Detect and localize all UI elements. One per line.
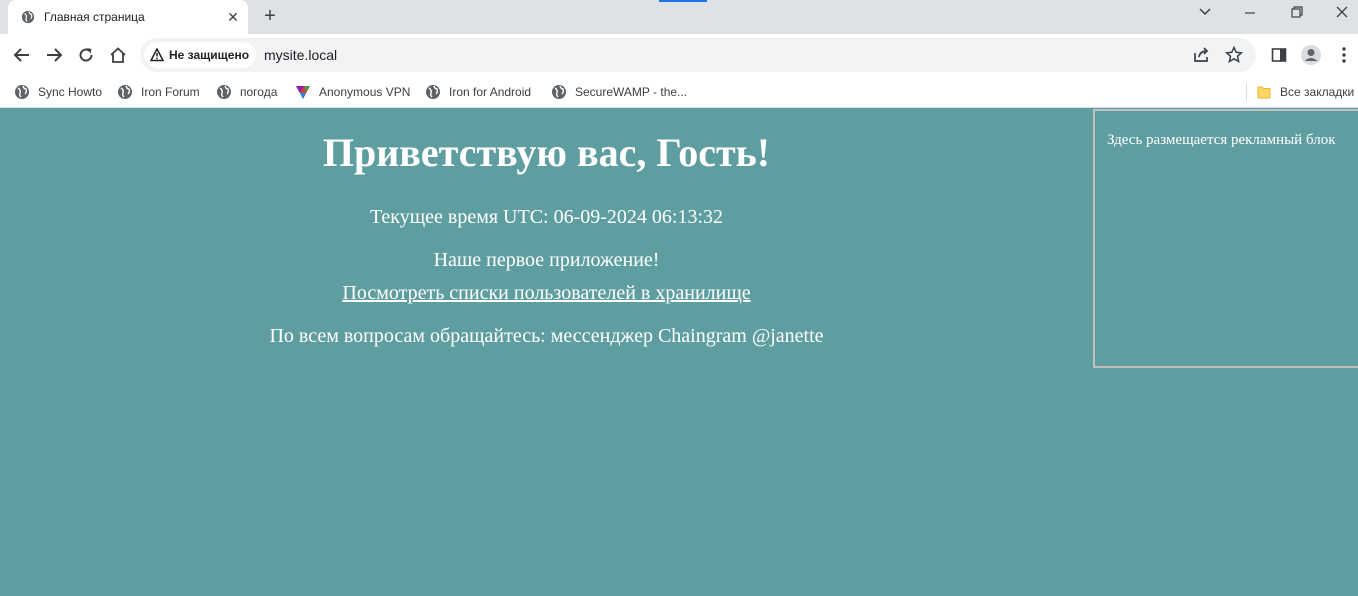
globe-icon bbox=[21, 10, 35, 29]
share-icon[interactable] bbox=[1192, 46, 1210, 64]
bookmark-star-icon[interactable] bbox=[1224, 45, 1244, 64]
vpn-logo-icon bbox=[295, 84, 311, 100]
forward-arrow-icon[interactable] bbox=[41, 42, 67, 68]
bookmark-label: погода bbox=[240, 85, 278, 99]
url-text[interactable]: mysite.local bbox=[264, 47, 337, 63]
bookmark-item[interactable]: Iron Forum bbox=[117, 82, 200, 102]
bookmark-label: Sync Howto bbox=[38, 85, 103, 99]
bookmark-label: Anonymous VPN bbox=[319, 85, 411, 99]
side-panel-icon[interactable] bbox=[1266, 42, 1292, 68]
app-intro-text: Наше первое приложение! bbox=[433, 249, 660, 271]
users-link-container: Посмотреть списки пользователей в хранил… bbox=[0, 282, 1093, 305]
security-indicator[interactable]: Не защищено bbox=[144, 42, 256, 68]
close-window-icon[interactable] bbox=[1330, 5, 1354, 25]
bookmark-item[interactable]: погода bbox=[216, 82, 277, 102]
bookmark-item[interactable]: Sync Howto bbox=[14, 82, 102, 102]
restore-icon[interactable] bbox=[1285, 5, 1309, 25]
all-bookmarks-button[interactable]: Все закладки bbox=[1256, 82, 1354, 102]
globe-icon bbox=[117, 84, 133, 100]
reload-icon[interactable] bbox=[73, 42, 99, 68]
folder-icon bbox=[1256, 84, 1272, 100]
profile-avatar-icon[interactable] bbox=[1298, 42, 1324, 68]
globe-icon bbox=[14, 84, 30, 100]
bookmark-label: SecureWAMP - the... bbox=[575, 85, 688, 99]
tab-active[interactable]: Главная страница ✕ bbox=[8, 0, 248, 34]
tab-title: Главная страница bbox=[44, 10, 145, 24]
tab-strip: Главная страница ✕ + bbox=[0, 0, 1358, 34]
back-arrow-icon[interactable] bbox=[9, 42, 35, 68]
bookmarks-bar: Sync Howto Iron Forum погода Anonymous V… bbox=[0, 76, 1358, 108]
tab-search-icon[interactable] bbox=[1193, 5, 1217, 25]
browser-window: Главная страница ✕ + Не защищено mysite.… bbox=[0, 0, 1358, 596]
minimize-icon[interactable] bbox=[1238, 5, 1262, 25]
bookmark-label: Iron Forum bbox=[141, 85, 200, 99]
bookmark-item[interactable]: SecureWAMP - the... bbox=[551, 82, 687, 102]
address-bar[interactable]: Не защищено mysite.local bbox=[140, 38, 1256, 72]
ad-placeholder-text: Здесь размещается рекламный блок bbox=[1107, 132, 1336, 148]
page-title: Приветствую вас, Гость! bbox=[322, 130, 771, 175]
warning-icon bbox=[149, 47, 165, 67]
globe-icon bbox=[216, 84, 232, 100]
new-tab-button[interactable]: + bbox=[258, 5, 282, 29]
contact-text: По всем вопросам обращайтесь: мессенджер… bbox=[269, 325, 824, 347]
close-tab-icon[interactable]: ✕ bbox=[225, 9, 241, 25]
bookmarks-divider bbox=[1246, 83, 1247, 101]
bookmark-item[interactable]: Iron for Android bbox=[425, 82, 531, 102]
bookmark-label: Iron for Android bbox=[449, 85, 532, 99]
main-column: Приветствую вас, Гость! Текущее время UT… bbox=[0, 109, 1093, 596]
tabstrip-accent bbox=[659, 0, 707, 2]
home-icon[interactable] bbox=[105, 42, 131, 68]
view-users-link[interactable]: Посмотреть списки пользователей в хранил… bbox=[342, 282, 750, 304]
globe-icon bbox=[425, 84, 441, 100]
browser-toolbar: Не защищено mysite.local bbox=[0, 34, 1358, 76]
page-content: Приветствую вас, Гость! Текущее время UT… bbox=[0, 109, 1358, 596]
security-label: Не защищено bbox=[169, 48, 250, 62]
menu-dots-icon[interactable] bbox=[1331, 42, 1357, 68]
bookmark-item[interactable]: Anonymous VPN bbox=[295, 82, 410, 102]
current-time-text: Текущее время UTC: 06-09-2024 06:13:32 bbox=[369, 206, 724, 228]
ad-block: Здесь размещается рекламный блок bbox=[1093, 109, 1358, 368]
globe-icon bbox=[551, 84, 567, 100]
all-bookmarks-label: Все закладки bbox=[1280, 85, 1355, 99]
